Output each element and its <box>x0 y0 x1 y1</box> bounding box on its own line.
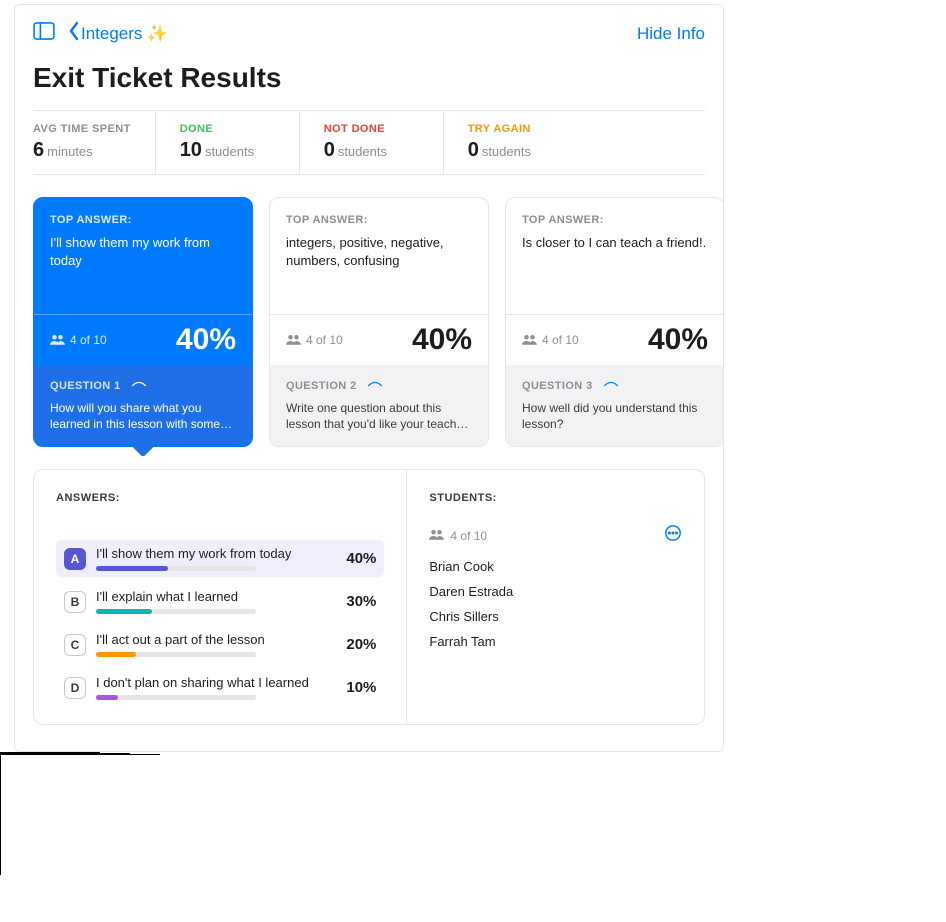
student-name[interactable]: Daren Estrada <box>429 584 682 599</box>
page-title: Exit Ticket Results <box>15 56 723 110</box>
expand-icon <box>603 375 619 393</box>
question-card[interactable]: TOP ANSWER: I'll show them my work from … <box>33 197 253 447</box>
top-answer-text: integers, positive, negative, numbers, c… <box>286 234 472 269</box>
top-answer-label: TOP ANSWER: <box>50 214 236 226</box>
question-text: How well did you understand this lesson? <box>522 400 708 432</box>
answer-letter: C <box>64 634 86 656</box>
answer-letter: D <box>64 677 86 699</box>
top-bar-left: Integers ✨ <box>33 21 168 46</box>
percentage: 40% <box>176 323 236 357</box>
students-count: 4 of 10 <box>429 529 487 543</box>
answer-percent: 10% <box>330 679 376 696</box>
question-cards: TOP ANSWER: I'll show them my work from … <box>15 175 723 469</box>
stat-value: 10students <box>180 139 275 162</box>
stats-bar: AVG TIME SPENT 6minutes DONE 10students … <box>33 110 705 175</box>
back-button[interactable]: Integers ✨ <box>67 21 168 46</box>
top-answer-label: TOP ANSWER: <box>286 214 472 226</box>
answer-letter: B <box>64 591 86 613</box>
students-list: Brian Cook Daren Estrada Chris Sillers Farr… <box>429 559 682 649</box>
percentage: 40% <box>648 323 708 357</box>
answer-bar <box>96 609 256 614</box>
stat-value: 0students <box>324 139 419 162</box>
answers-panel: ANSWERS: A I'll show them my work from t… <box>34 470 406 724</box>
question-card[interactable]: TOP ANSWER: integers, positive, negative… <box>269 197 489 447</box>
expand-icon <box>131 375 147 393</box>
more-icon[interactable] <box>664 524 682 547</box>
stat-label: NOT DONE <box>324 123 419 135</box>
question-label: QUESTION 2 <box>286 380 357 392</box>
stat-try-again: TRY AGAIN 0students <box>468 111 588 174</box>
expand-icon <box>367 375 383 393</box>
app-window: Integers ✨ Hide Info Exit Ticket Results… <box>14 4 724 752</box>
student-name[interactable]: Farrah Tam <box>429 634 682 649</box>
chevron-left-icon <box>67 21 81 46</box>
answer-row[interactable]: D I don't plan on sharing what I learned… <box>56 669 384 706</box>
answer-text: I'll explain what I learned <box>96 589 320 604</box>
stat-value: 6minutes <box>33 139 131 162</box>
answer-bar <box>96 566 256 571</box>
answer-row[interactable]: A I'll show them my work from today 40% <box>56 540 384 577</box>
respondent-count: 4 of 10 <box>50 333 107 347</box>
top-answer-text: I'll show them my work from today <box>50 234 236 269</box>
students-panel: STUDENTS: 4 of 10 Brian Cook Daren Estrad… <box>406 470 704 724</box>
answer-row[interactable]: C I'll act out a part of the lesson 20% <box>56 626 384 663</box>
stat-label: TRY AGAIN <box>468 123 564 135</box>
callout-line <box>0 754 160 755</box>
hide-info-button[interactable]: Hide Info <box>637 24 705 44</box>
question-text: Write one question about this lesson tha… <box>286 400 472 432</box>
question-card[interactable]: TOP ANSWER: Is closer to I can teach a f… <box>505 197 724 447</box>
stat-label: AVG TIME SPENT <box>33 123 131 135</box>
respondent-count: 4 of 10 <box>522 333 579 347</box>
stat-done: DONE 10students <box>180 111 300 174</box>
stat-avg-time: AVG TIME SPENT 6minutes <box>33 111 156 174</box>
sidebar-toggle-icon[interactable] <box>33 22 55 45</box>
stat-not-done: NOT DONE 0students <box>324 111 444 174</box>
answer-text: I'll act out a part of the lesson <box>96 632 320 647</box>
top-bar: Integers ✨ Hide Info <box>15 21 723 56</box>
top-answer-text: Is closer to I can teach a friend!. <box>522 234 708 252</box>
people-icon <box>429 529 444 543</box>
question-text: How will you share what you learned in t… <box>50 400 236 432</box>
answer-letter: A <box>64 548 86 570</box>
answer-text: I'll show them my work from today <box>96 546 320 561</box>
callout-line <box>0 755 1 875</box>
answer-percent: 20% <box>330 636 376 653</box>
answers-label: ANSWERS: <box>56 492 384 504</box>
student-name[interactable]: Brian Cook <box>429 559 682 574</box>
answer-bar <box>96 695 256 700</box>
back-label: Integers <box>81 24 142 44</box>
top-answer-label: TOP ANSWER: <box>522 214 708 226</box>
detail-panel: ANSWERS: A I'll show them my work from t… <box>33 469 705 725</box>
answer-row[interactable]: B I'll explain what I learned 30% <box>56 583 384 620</box>
sparkle-icon: ✨ <box>146 24 167 44</box>
answer-text: I don't plan on sharing what I learned <box>96 675 320 690</box>
students-header: 4 of 10 <box>429 524 682 547</box>
student-name[interactable]: Chris Sillers <box>429 609 682 624</box>
percentage: 40% <box>412 323 472 357</box>
answers-list: A I'll show them my work from today 40% … <box>56 540 384 706</box>
answer-percent: 30% <box>330 593 376 610</box>
respondent-count: 4 of 10 <box>286 333 343 347</box>
question-label: QUESTION 1 <box>50 380 121 392</box>
stat-value: 0students <box>468 139 564 162</box>
question-label: QUESTION 3 <box>522 380 593 392</box>
answer-bar <box>96 652 256 657</box>
answer-percent: 40% <box>330 550 376 567</box>
stat-label: DONE <box>180 123 275 135</box>
students-label: STUDENTS: <box>429 492 682 504</box>
